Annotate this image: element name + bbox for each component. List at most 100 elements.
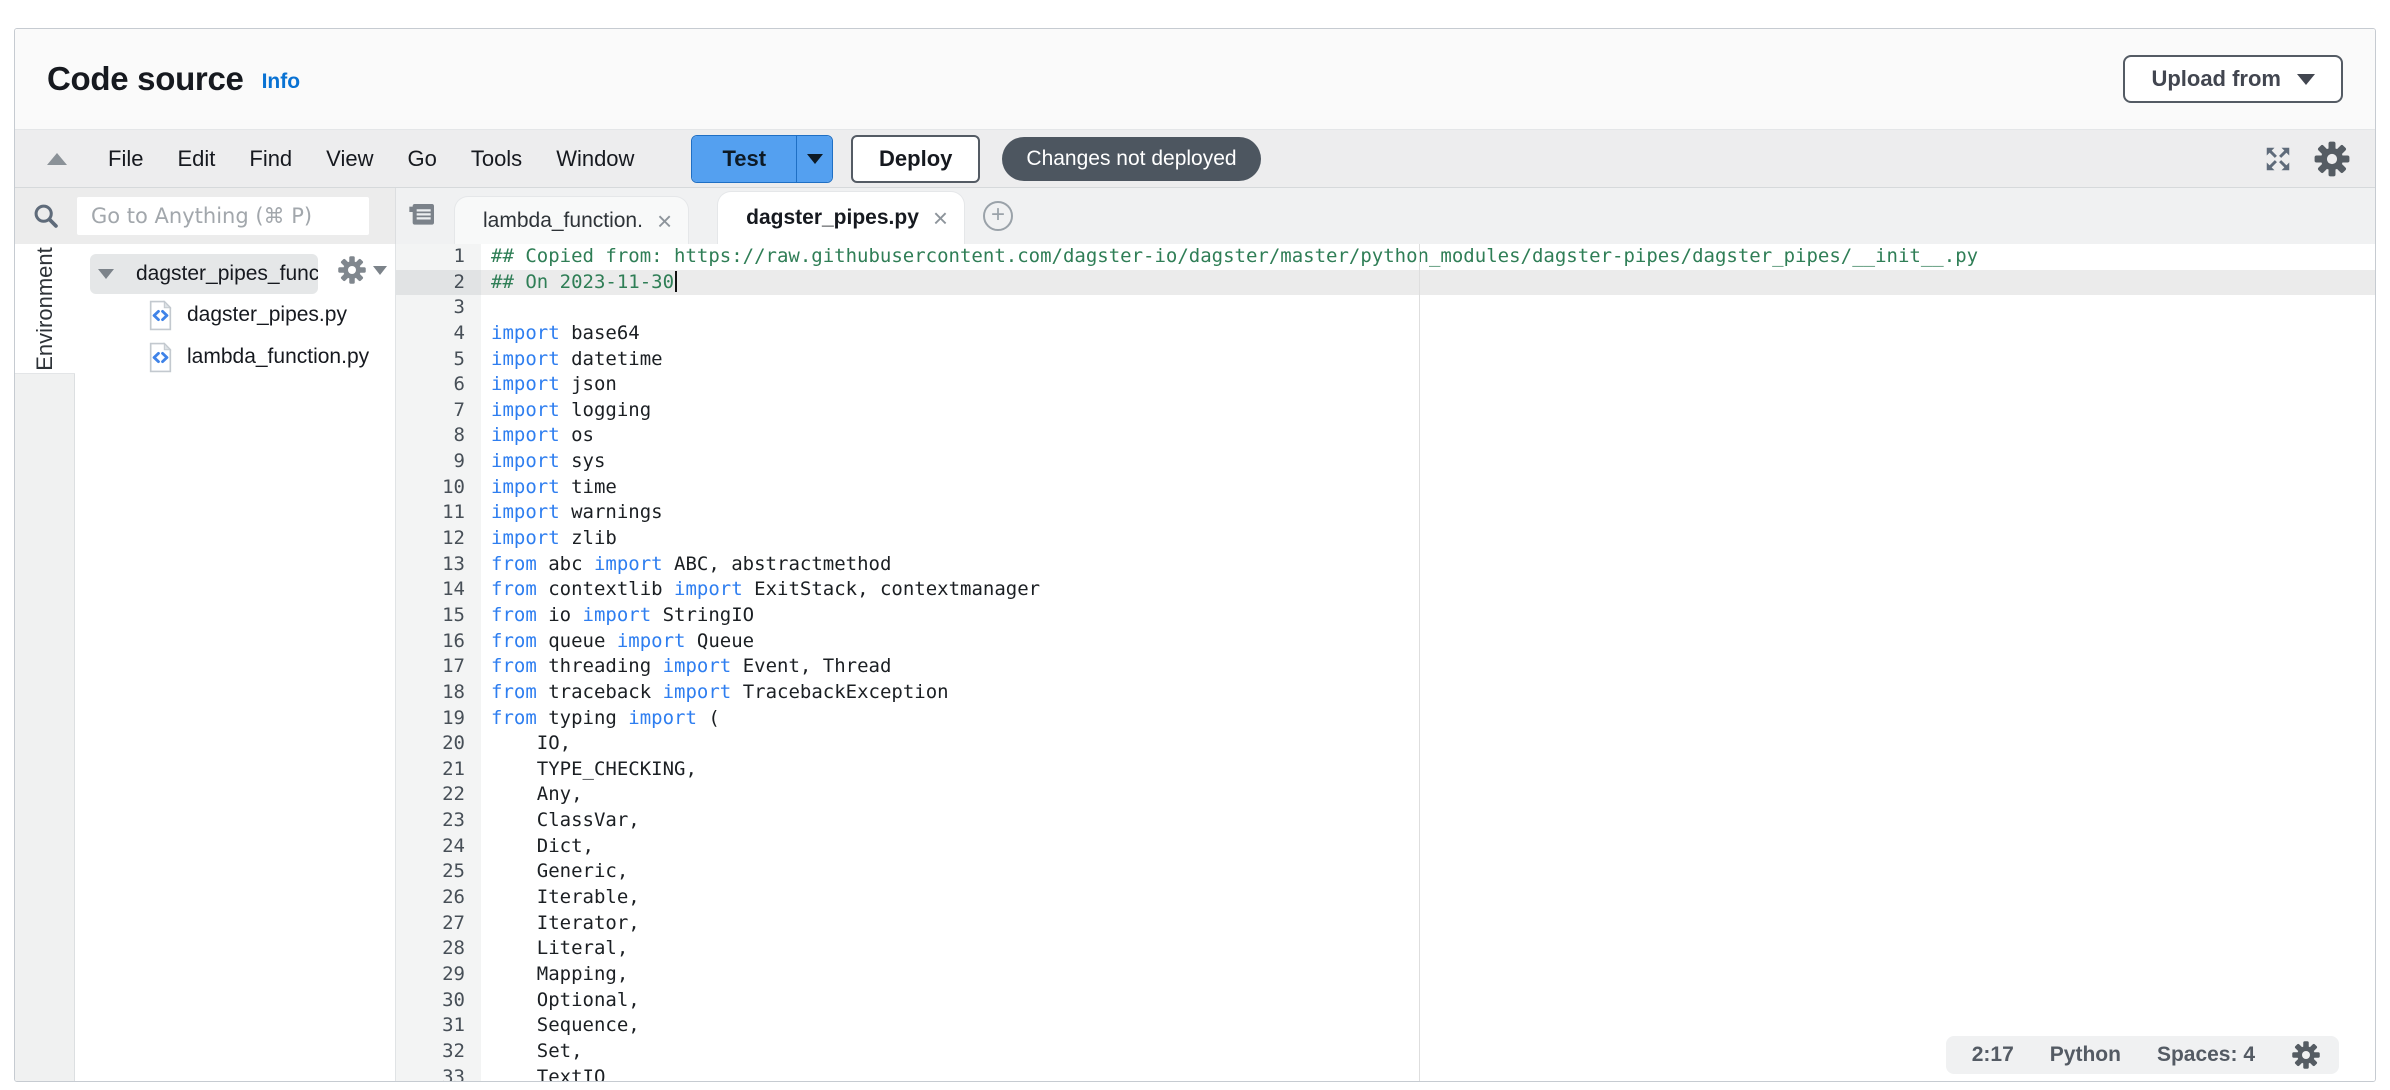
code-line[interactable]: 19from typing import (	[396, 706, 2375, 732]
deploy-button[interactable]: Deploy	[851, 135, 980, 183]
code-line[interactable]: 30 Optional,	[396, 988, 2375, 1014]
code-text[interactable]: TextIO	[481, 1065, 605, 1082]
code-text[interactable]: import logging	[481, 398, 651, 424]
code-text[interactable]: IO,	[481, 731, 571, 757]
fullscreen-icon[interactable]	[2263, 144, 2293, 174]
line-number[interactable]: 12	[396, 526, 481, 552]
code-line[interactable]: 1## Copied from: https://raw.githubuserc…	[396, 244, 2375, 270]
code-text[interactable]: from threading import Event, Thread	[481, 654, 891, 680]
line-number[interactable]: 33	[396, 1065, 481, 1082]
code-text[interactable]: from queue import Queue	[481, 629, 754, 655]
code-text[interactable]: Literal,	[481, 936, 628, 962]
code-text[interactable]: Mapping,	[481, 962, 628, 988]
code-text[interactable]: Iterator,	[481, 911, 640, 937]
code-text[interactable]: import base64	[481, 321, 640, 347]
code-editor[interactable]: 1## Copied from: https://raw.githubuserc…	[396, 244, 2375, 1081]
code-line[interactable]: 21 TYPE_CHECKING,	[396, 757, 2375, 783]
code-text[interactable]: from abc import ABC, abstractmethod	[481, 552, 891, 578]
test-dropdown-button[interactable]	[796, 136, 832, 182]
code-line[interactable]: 13from abc import ABC, abstractmethod	[396, 552, 2375, 578]
line-number[interactable]: 18	[396, 680, 481, 706]
code-text[interactable]: import datetime	[481, 347, 663, 373]
tab-close-icon[interactable]: ×	[657, 208, 672, 234]
line-number[interactable]: 22	[396, 782, 481, 808]
code-text[interactable]: ## On 2023-11-30	[481, 270, 677, 296]
code-line[interactable]: 12import zlib	[396, 526, 2375, 552]
line-number[interactable]: 11	[396, 500, 481, 526]
editor-tab[interactable]: dagster_pipes.py×	[717, 191, 965, 244]
upload-from-button[interactable]: Upload from	[2123, 55, 2343, 103]
code-line[interactable]: 28 Literal,	[396, 936, 2375, 962]
line-number[interactable]: 28	[396, 936, 481, 962]
code-line[interactable]: 20 IO,	[396, 731, 2375, 757]
code-text[interactable]: from typing import (	[481, 706, 720, 732]
code-text[interactable]: import sys	[481, 449, 605, 475]
line-number[interactable]: 29	[396, 962, 481, 988]
code-line[interactable]: 3	[396, 295, 2375, 321]
code-line[interactable]: 4import base64	[396, 321, 2375, 347]
code-text[interactable]: Optional,	[481, 988, 640, 1014]
code-line[interactable]: 27 Iterator,	[396, 911, 2375, 937]
indent-setting[interactable]: Spaces: 4	[2157, 1043, 2255, 1067]
menu-item-go[interactable]: Go	[390, 146, 453, 172]
code-text[interactable]: Any,	[481, 782, 583, 808]
code-text[interactable]: TYPE_CHECKING,	[481, 757, 697, 783]
info-link[interactable]: Info	[262, 70, 300, 94]
code-text[interactable]: ClassVar,	[481, 808, 640, 834]
code-line[interactable]: 9import sys	[396, 449, 2375, 475]
code-text[interactable]: Iterable,	[481, 885, 640, 911]
menu-item-view[interactable]: View	[309, 146, 390, 172]
line-number[interactable]: 24	[396, 834, 481, 860]
code-text[interactable]: Set,	[481, 1039, 583, 1065]
code-line[interactable]: 25 Generic,	[396, 859, 2375, 885]
tree-folder-row[interactable]: dagster_pipes_funct	[90, 254, 318, 294]
collapse-panel-icon[interactable]	[47, 153, 67, 165]
line-number[interactable]: 13	[396, 552, 481, 578]
code-line[interactable]: 16from queue import Queue	[396, 629, 2375, 655]
code-text[interactable]: import time	[481, 475, 617, 501]
line-number[interactable]: 9	[396, 449, 481, 475]
settings-gear-icon[interactable]	[2313, 140, 2351, 178]
line-number[interactable]: 32	[396, 1039, 481, 1065]
code-text[interactable]: import json	[481, 372, 617, 398]
code-text[interactable]: import zlib	[481, 526, 617, 552]
code-text[interactable]	[481, 295, 491, 321]
test-button[interactable]: Test	[692, 136, 796, 182]
code-line[interactable]: 2## On 2023-11-30	[396, 270, 2375, 296]
line-number[interactable]: 14	[396, 577, 481, 603]
line-number[interactable]: 23	[396, 808, 481, 834]
tree-file-row[interactable]: lambda_function.py	[75, 336, 395, 378]
code-line[interactable]: 10import time	[396, 475, 2375, 501]
code-line[interactable]: 15from io import StringIO	[396, 603, 2375, 629]
code-line[interactable]: 14from contextlib import ExitStack, cont…	[396, 577, 2375, 603]
code-line[interactable]: 31 Sequence,	[396, 1013, 2375, 1039]
line-number[interactable]: 21	[396, 757, 481, 783]
line-number[interactable]: 25	[396, 859, 481, 885]
line-number[interactable]: 19	[396, 706, 481, 732]
code-text[interactable]: import warnings	[481, 500, 663, 526]
line-number[interactable]: 6	[396, 372, 481, 398]
menu-item-window[interactable]: Window	[539, 146, 651, 172]
code-line[interactable]: 17from threading import Event, Thread	[396, 654, 2375, 680]
line-number[interactable]: 27	[396, 911, 481, 937]
line-number[interactable]: 4	[396, 321, 481, 347]
line-number[interactable]: 17	[396, 654, 481, 680]
folder-disclosure-icon[interactable]	[98, 269, 114, 279]
code-line[interactable]: 6import json	[396, 372, 2375, 398]
new-tab-icon[interactable]: +	[983, 201, 1013, 231]
menu-item-file[interactable]: File	[91, 146, 160, 172]
search-icon[interactable]	[15, 202, 77, 230]
code-text[interactable]: Dict,	[481, 834, 594, 860]
line-number[interactable]: 10	[396, 475, 481, 501]
code-line[interactable]: 8import os	[396, 423, 2375, 449]
cursor-position[interactable]: 2:17	[1972, 1043, 2014, 1067]
code-line[interactable]: 26 Iterable,	[396, 885, 2375, 911]
code-text[interactable]: ## Copied from: https://raw.githubuserco…	[481, 244, 1978, 270]
code-text[interactable]: Generic,	[481, 859, 628, 885]
environment-tab[interactable]: Environment	[15, 244, 75, 374]
goto-anything-input[interactable]	[77, 197, 369, 235]
line-number[interactable]: 1	[396, 244, 481, 270]
line-number[interactable]: 3	[396, 295, 481, 321]
line-number[interactable]: 5	[396, 347, 481, 373]
code-line[interactable]: 23 ClassVar,	[396, 808, 2375, 834]
